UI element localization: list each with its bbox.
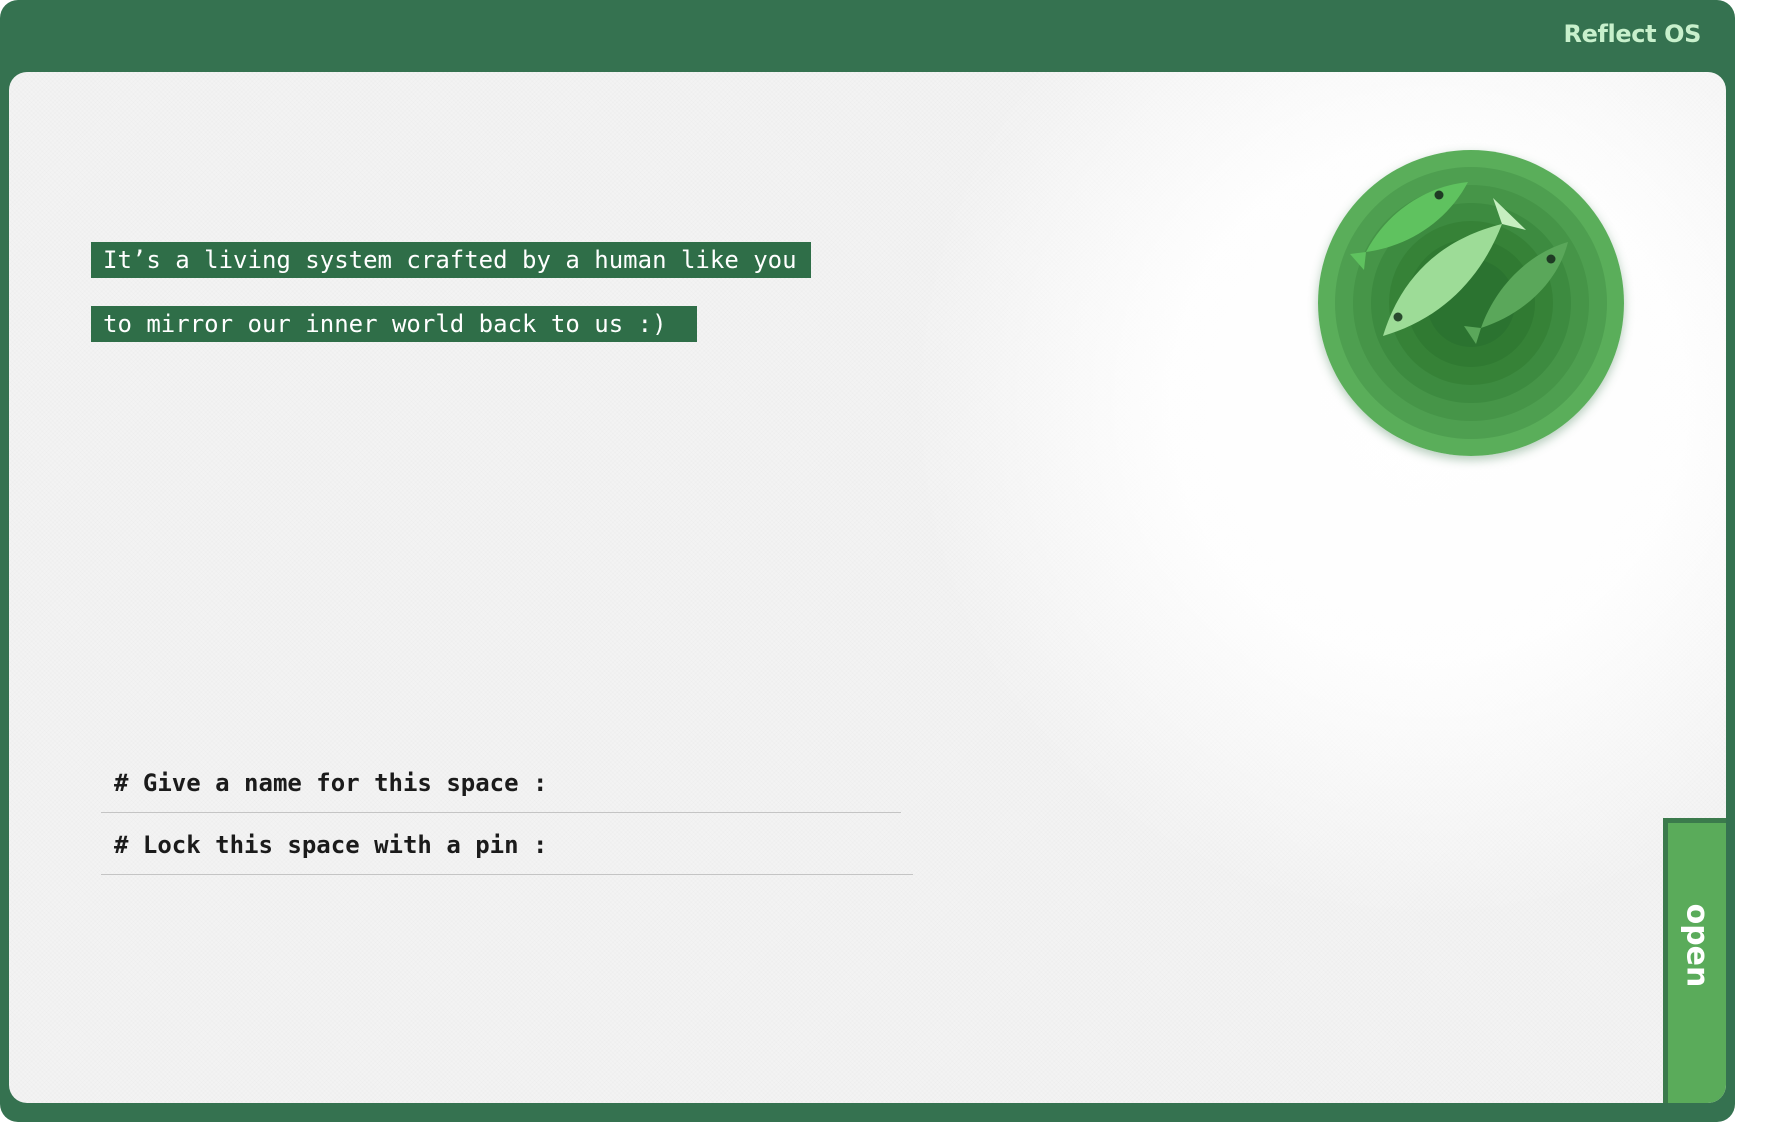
- space-name-row: # Give a name for this space :: [101, 754, 901, 813]
- brand-title: Reflect OS: [1563, 20, 1702, 48]
- open-button-label: open: [1679, 903, 1715, 988]
- pisces-fish-icon: [1318, 150, 1624, 456]
- space-pin-row: # Lock this space with a pin :: [101, 816, 913, 875]
- open-button[interactable]: open: [1663, 818, 1726, 1103]
- content-panel: It’s a living system crafted by a human …: [9, 72, 1726, 1103]
- intro-line-1: It’s a living system crafted by a human …: [91, 242, 811, 278]
- space-pin-input[interactable]: [557, 824, 913, 866]
- space-name-label: # Give a name for this space :: [114, 769, 548, 797]
- intro-line-2: to mirror our inner world back to us :): [91, 306, 697, 342]
- space-name-input[interactable]: [557, 762, 901, 804]
- app-window: Reflect OS It’s a living system crafted …: [0, 0, 1735, 1122]
- space-pin-label: # Lock this space with a pin :: [114, 831, 548, 859]
